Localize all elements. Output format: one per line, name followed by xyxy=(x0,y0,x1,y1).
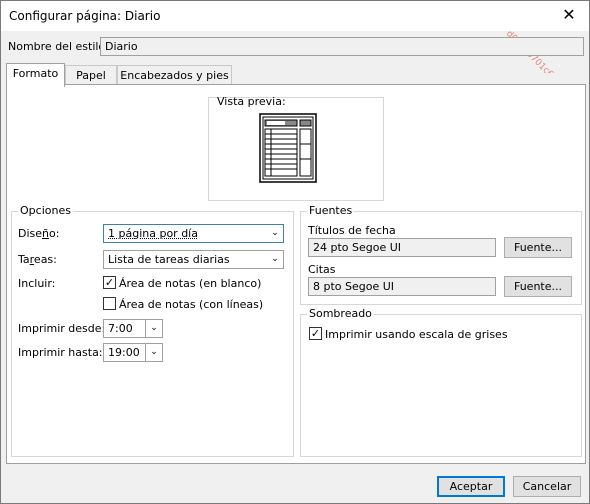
title-bar: Configurar página: Diario ✕ xyxy=(1,1,589,31)
shading-title: Sombreado xyxy=(307,307,374,320)
layout-label: Diseño: xyxy=(18,227,60,240)
tasks-label: Tareas: xyxy=(18,253,57,266)
page-preview-icon xyxy=(259,113,317,183)
chevron-down-icon: ⌄ xyxy=(145,320,162,337)
date-headings-label: Títulos de fecha xyxy=(308,224,396,237)
tab-encabezados-y-pies[interactable]: Encabezados y pies xyxy=(117,65,232,86)
window-title: Configurar página: Diario xyxy=(9,9,161,23)
tab-formato[interactable]: Formato xyxy=(6,63,65,87)
print-from-value: 7:00 xyxy=(108,322,133,335)
layout-value: 1 página por día xyxy=(108,227,198,240)
layout-select[interactable]: 1 página por día ⌄ xyxy=(103,224,284,243)
cancel-button[interactable]: Cancelar xyxy=(513,476,581,497)
chevron-down-icon: ⌄ xyxy=(145,344,162,361)
preview-label: Vista previa: xyxy=(217,95,286,108)
notes-lined-checkbox[interactable] xyxy=(103,297,116,310)
chevron-down-icon: ⌄ xyxy=(271,254,279,264)
print-from-label: Imprimir desde: xyxy=(18,322,106,335)
print-to-value: 19:00 xyxy=(108,346,140,359)
print-to-label: Imprimir hasta: xyxy=(18,346,103,359)
options-title: Opciones xyxy=(18,204,73,217)
style-name-label: Nombre del estilo: xyxy=(8,40,109,53)
tasks-select[interactable]: Lista de tareas diarias ⌄ xyxy=(103,250,284,269)
print-to-select[interactable]: 19:00 ⌄ xyxy=(103,343,163,362)
appointments-font-field: 8 pto Segoe UI xyxy=(308,277,496,296)
include-label: Incluir: xyxy=(18,277,56,290)
grayscale-checkbox[interactable]: ✓ xyxy=(309,327,322,340)
checkmark-icon: ✓ xyxy=(310,327,321,340)
notes-blank-checkbox[interactable]: ✓ xyxy=(103,276,116,289)
date-headings-font-button[interactable]: Fuente... xyxy=(504,237,572,258)
preview-group: Vista previa: xyxy=(208,95,384,201)
tab-papel[interactable]: Papel xyxy=(65,65,117,86)
page-setup-dialog: Configurar página: Diario ✕ d03bd6701c6a… xyxy=(0,0,590,504)
chevron-down-icon: ⌄ xyxy=(271,228,279,238)
grayscale-label: Imprimir usando escala de grises xyxy=(325,328,508,341)
notes-lined-label: Área de notas (con líneas) xyxy=(119,298,264,311)
format-panel: Vista previa: Opciones Diseño: 1 página … xyxy=(6,84,586,464)
print-from-select[interactable]: 7:00 ⌄ xyxy=(103,319,163,338)
appointments-font-button[interactable]: Fuente... xyxy=(504,276,572,297)
checkmark-icon: ✓ xyxy=(104,276,115,289)
date-headings-font-field: 24 pto Segoe UI xyxy=(308,238,496,257)
ok-button[interactable]: Aceptar xyxy=(437,476,505,497)
close-icon[interactable]: ✕ xyxy=(559,5,579,25)
fonts-title: Fuentes xyxy=(307,204,355,217)
tasks-value: Lista de tareas diarias xyxy=(108,253,230,266)
style-name-field: Diario xyxy=(100,37,584,56)
notes-blank-label: Área de notas (en blanco) xyxy=(119,277,262,290)
appointments-label: Citas xyxy=(308,263,336,276)
